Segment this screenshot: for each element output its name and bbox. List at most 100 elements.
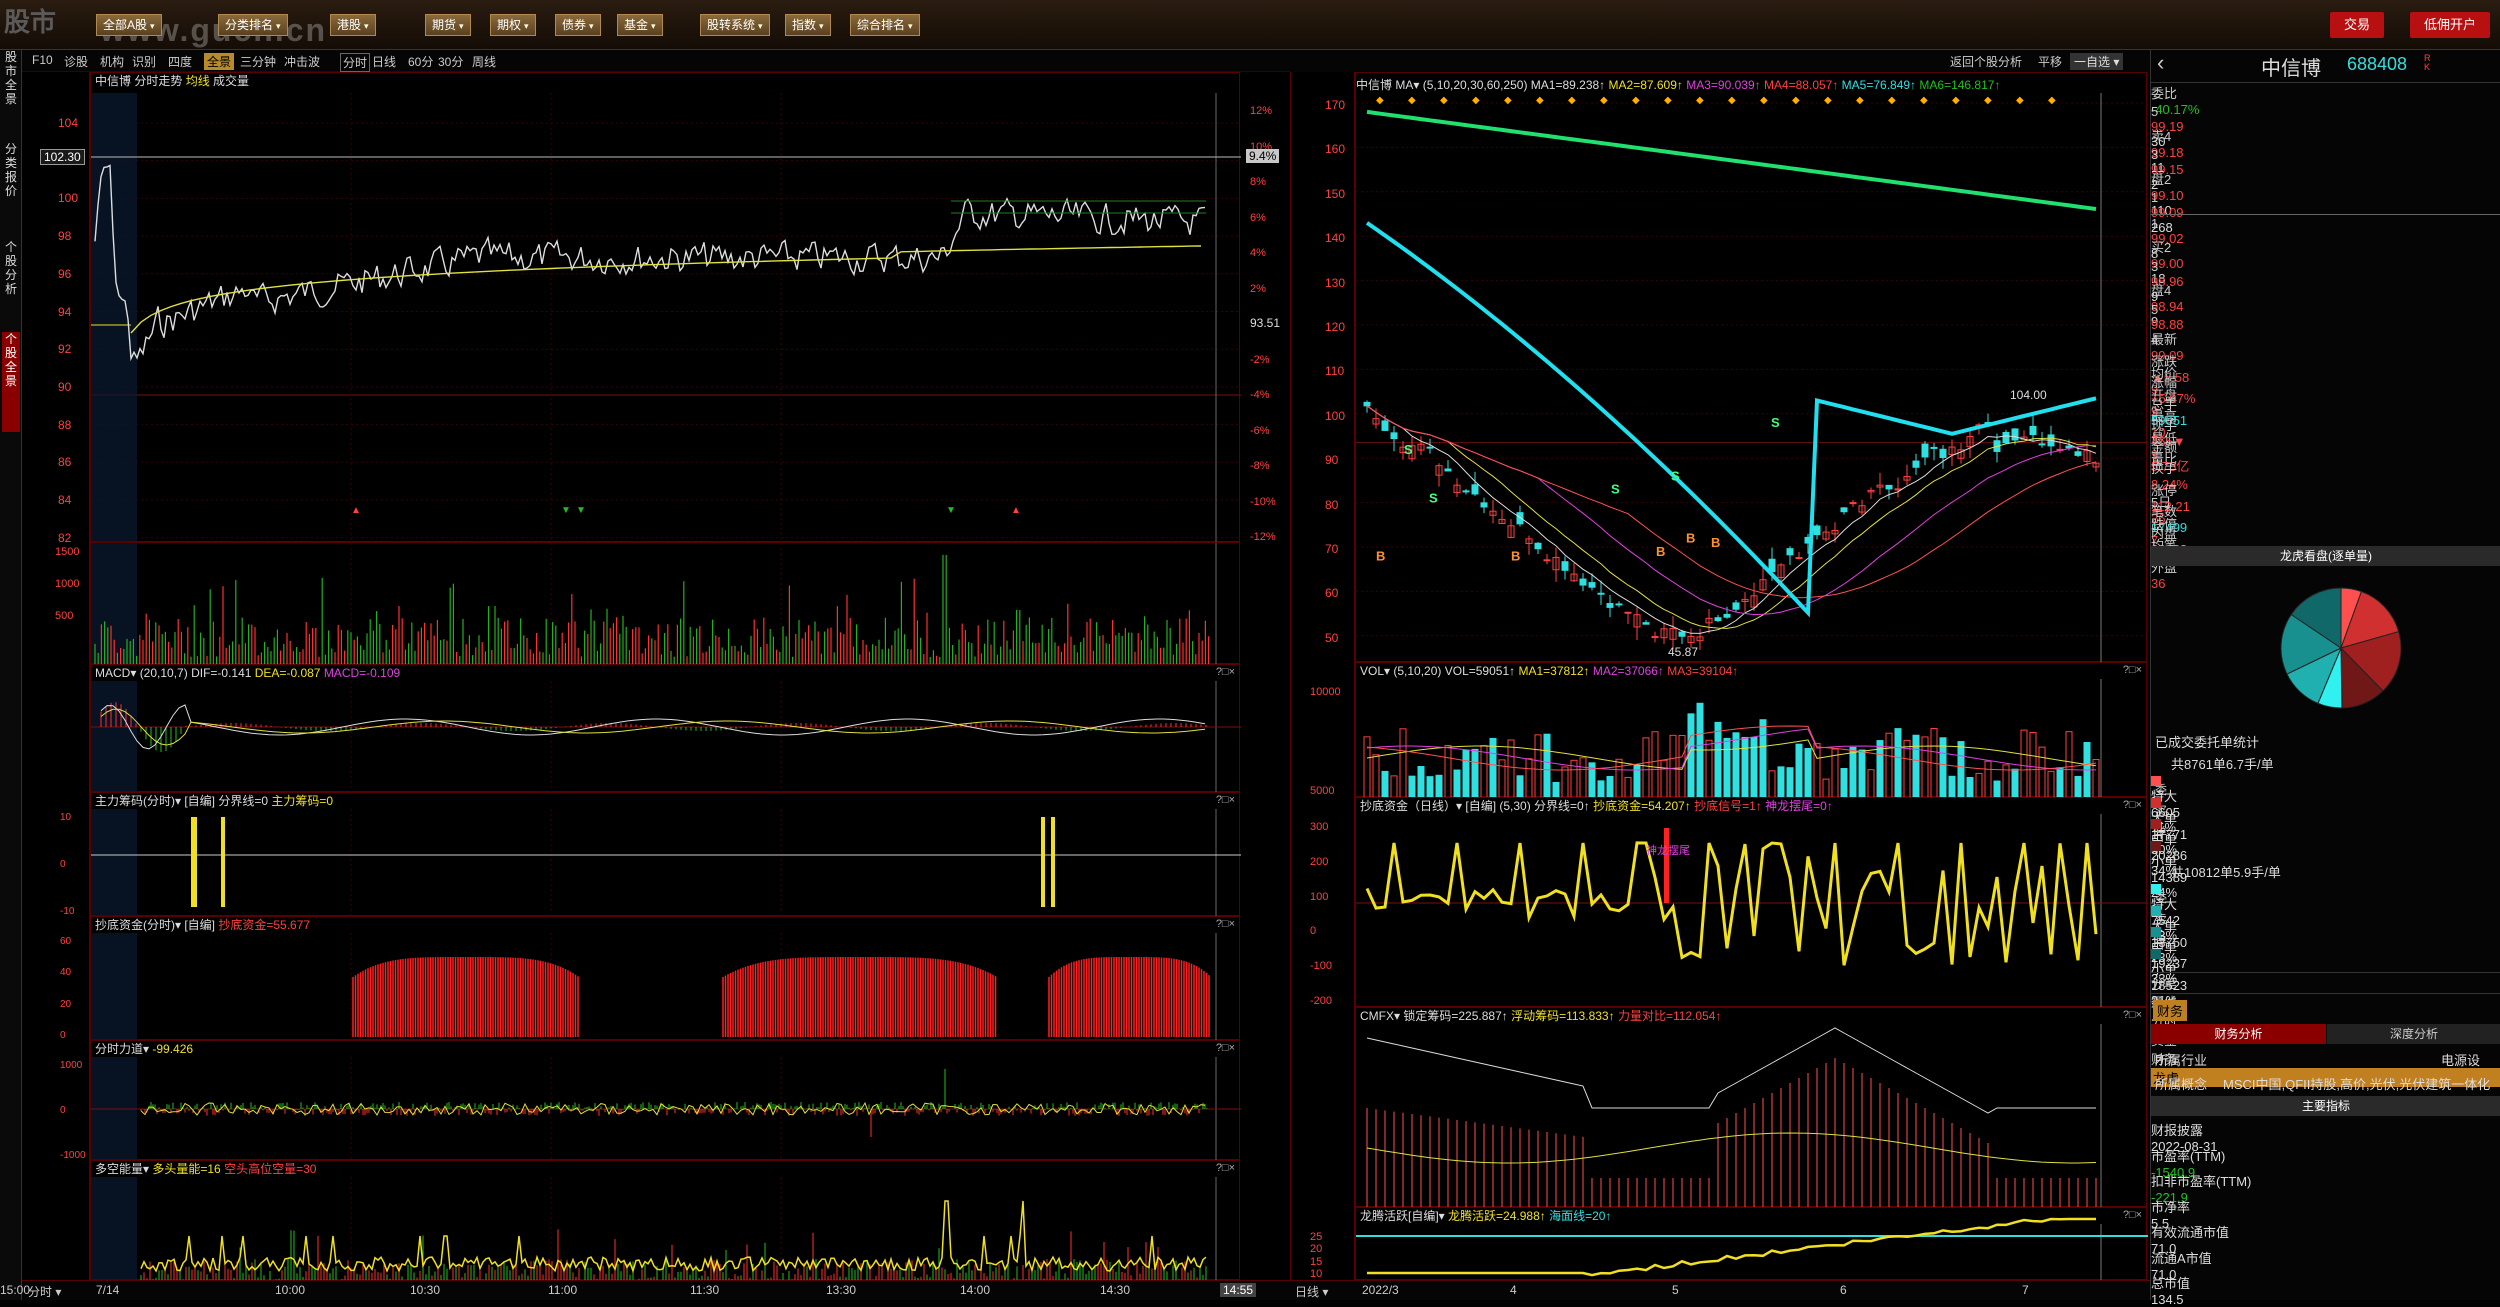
dragon-title: 龙虎看盘(逐单量) (2151, 546, 2500, 566)
pct-tick: 8% (1250, 176, 1266, 188)
concept-label: 所属概念 (2155, 1077, 2208, 1092)
svg-text:◆: ◆ (1792, 95, 1800, 106)
ask-level: 卖4 (2151, 128, 2172, 144)
open-account-button[interactable]: 低佣开户 (2410, 12, 2491, 38)
indicator-chart-4[interactable] (91, 1161, 1241, 1281)
tab-2[interactable]: 机构 (100, 53, 124, 70)
time-tick: 11:30 (690, 1283, 720, 1297)
order-pie-chart (2280, 587, 2402, 709)
intraday-volume-chart[interactable] (91, 543, 1241, 665)
topbar-button-1[interactable]: 分类排名 ▾ (218, 14, 288, 36)
tab-6[interactable]: 三分钟 (240, 53, 276, 70)
ma-value: MA1=89.238↑ (1530, 78, 1609, 92)
svg-text:◆: ◆ (1408, 95, 1416, 106)
finance-label: 财报披露 (2151, 1123, 2204, 1138)
price-tick: 86 (58, 455, 72, 470)
sidebar-tab-category[interactable]: 分类报价 (2, 142, 20, 222)
stat-row: 换手 8.24% 5日 26. (2151, 458, 2500, 526)
topbar-button-2[interactable]: 港股 ▾ (330, 14, 376, 36)
daily-price-tick: 110 (1325, 364, 1345, 379)
daily-indicator-chart-3[interactable] (1356, 1208, 2148, 1281)
finance-tab[interactable]: 财务 (2153, 1000, 2188, 1021)
back-to-analysis-link[interactable]: 返回个股分析 (1950, 53, 2022, 70)
tab-4[interactable]: 四度 (168, 53, 192, 70)
bid-level: 1 (2151, 215, 2159, 231)
date-tick: 5 (1672, 1283, 1679, 1297)
ask-row: 5 99.19 30 (2151, 104, 2500, 149)
pan-button[interactable]: 平移 (2038, 53, 2062, 70)
svg-text:◆: ◆ (1568, 95, 1576, 106)
svg-text:S: S (1429, 491, 1438, 506)
time-axis-label[interactable]: 分时 ▾ (28, 1283, 61, 1300)
watchlist-dropdown[interactable]: 一自选 ▾ (2070, 53, 2124, 70)
daily-indicator-chart-2[interactable] (1356, 1008, 2148, 1208)
topbar-button-6[interactable]: 基金 ▾ (617, 14, 663, 36)
period-tab-3[interactable]: 30分 (438, 53, 463, 70)
daily-axis-label[interactable]: 日线 ▾ (1295, 1283, 1328, 1300)
quote-tab-0[interactable]: 分笔 (2151, 973, 2500, 992)
intraday-price-chart[interactable]: ▲ ▼ ▼ ▼ ▲ (91, 73, 1241, 543)
pct-tick: -8% (1250, 460, 1270, 472)
trade-button[interactable]: 交易 (2330, 12, 2385, 38)
ask-row: 1 99.09 268 (2151, 190, 2500, 235)
svg-text:◆: ◆ (1504, 95, 1512, 106)
stock-name: 中信博 (2261, 58, 2321, 80)
period-tab-2[interactable]: 60分 (408, 53, 433, 70)
topbar-button-9[interactable]: 综合排名 ▾ (850, 14, 920, 36)
svg-text:◆: ◆ (1632, 95, 1640, 106)
daily-indicator-tick: 15 (1310, 1255, 1323, 1268)
back-icon[interactable]: ‹ (2157, 50, 2164, 76)
period-tab-4[interactable]: 周线 (472, 53, 496, 70)
daily-indicator-panel-1: 抄底资金（日线）▾ [自编] (5,30) 分界线=0↑ 抄底资金=54.207… (1355, 797, 2148, 1008)
stat-label: 涨停 (2151, 482, 2178, 498)
topbar-button-3[interactable]: 期货 ▾ (425, 14, 471, 36)
finance-label: 流通A市值 (2151, 1250, 2212, 1266)
sidebar-tab-stock-panorama[interactable]: 个股全景 (2, 332, 20, 432)
finance-analysis-tab[interactable]: 财务分析 (2151, 1024, 2326, 1044)
time-tick: 11:00 (548, 1283, 578, 1297)
topbar-button-8[interactable]: 指数 ▾ (785, 14, 831, 36)
buy-row: 大单 17771 30% (2151, 797, 2500, 857)
svg-text:S: S (1611, 482, 1620, 497)
svg-text:◆: ◆ (1888, 95, 1896, 106)
period-tab-0[interactable]: 分时 (340, 53, 371, 72)
date-tick: 6 (1840, 1283, 1847, 1297)
finance-label: 有效流通市值 (2151, 1225, 2230, 1240)
quote-tab-1[interactable]: 短线 (2151, 992, 2500, 1011)
tab-5[interactable]: 全景 (204, 53, 235, 70)
svg-text:◆: ◆ (1920, 95, 1928, 106)
daily-kline-chart[interactable]: ◆ ◆ ◆ ◆ ◆ ◆ ◆ ◆ ◆ ◆ ◆ ◆ ◆ ◆ ◆ ◆ ◆ ◆ ◆ ◆ ◆ ◆ B S S B S B S B B S (1356, 73, 2148, 663)
topbar-button-7[interactable]: 股转系统 ▾ (700, 14, 770, 36)
daily-title: 中信博 MA▾ (5,10,20,30,60,250) MA1=89.238↑ … (1356, 76, 2000, 93)
tab-3[interactable]: 识别 (132, 53, 156, 70)
topbar-button-4[interactable]: 期权 ▾ (490, 14, 536, 36)
intraday-chart-panel: 中信博 分时走势 均线 成交量 ▲ ▼ ▼ ▼ ▲ (90, 72, 1241, 543)
topbar-button-0[interactable]: 全部A股 ▾ (96, 14, 162, 36)
svg-text:S: S (1671, 468, 1680, 483)
period-tab-1[interactable]: 日线 (372, 53, 396, 70)
daily-title-part: MA▾ (5,10,20,30,60,250) (1395, 78, 1531, 92)
indicator-chart-3[interactable] (91, 1041, 1241, 1161)
indicator-chart-1[interactable] (91, 793, 1241, 917)
daily-price-tick: 80 (1325, 497, 1339, 512)
svg-text:◆: ◆ (1984, 95, 1992, 106)
bid-level: 盘4 (2151, 283, 2172, 298)
tab-7[interactable]: 冲击波 (284, 53, 320, 70)
indicator-chart-2[interactable] (91, 917, 1241, 1041)
swatch-icon (2151, 819, 2161, 829)
deep-analysis-tab[interactable]: 深度分析 (2327, 1024, 2500, 1044)
sidebar-tab-stock-analysis[interactable]: 个股分析 (2, 240, 20, 320)
tab-0[interactable]: F10 (32, 53, 53, 67)
topbar-button-5[interactable]: 债券 ▾ (555, 14, 601, 36)
tab-1[interactable]: 诊股 (64, 53, 88, 70)
daily-indicator-chart-1[interactable]: 神龙摆尾 (1356, 798, 2148, 1008)
daily-price-tick: 70 (1325, 542, 1339, 556)
indicator-chart-0[interactable] (91, 665, 1241, 793)
time-tick: 10:30 (410, 1283, 441, 1297)
daily-indicator-chart-0[interactable] (1356, 663, 2148, 799)
svg-text:◆: ◆ (1664, 95, 1672, 106)
sidebar-tab-market[interactable]: 股市全景 (2, 50, 20, 110)
pct-tick: 4% (1250, 247, 1266, 259)
industry-value: 电源设 (2441, 1053, 2481, 1068)
svg-text:S: S (1771, 415, 1780, 430)
